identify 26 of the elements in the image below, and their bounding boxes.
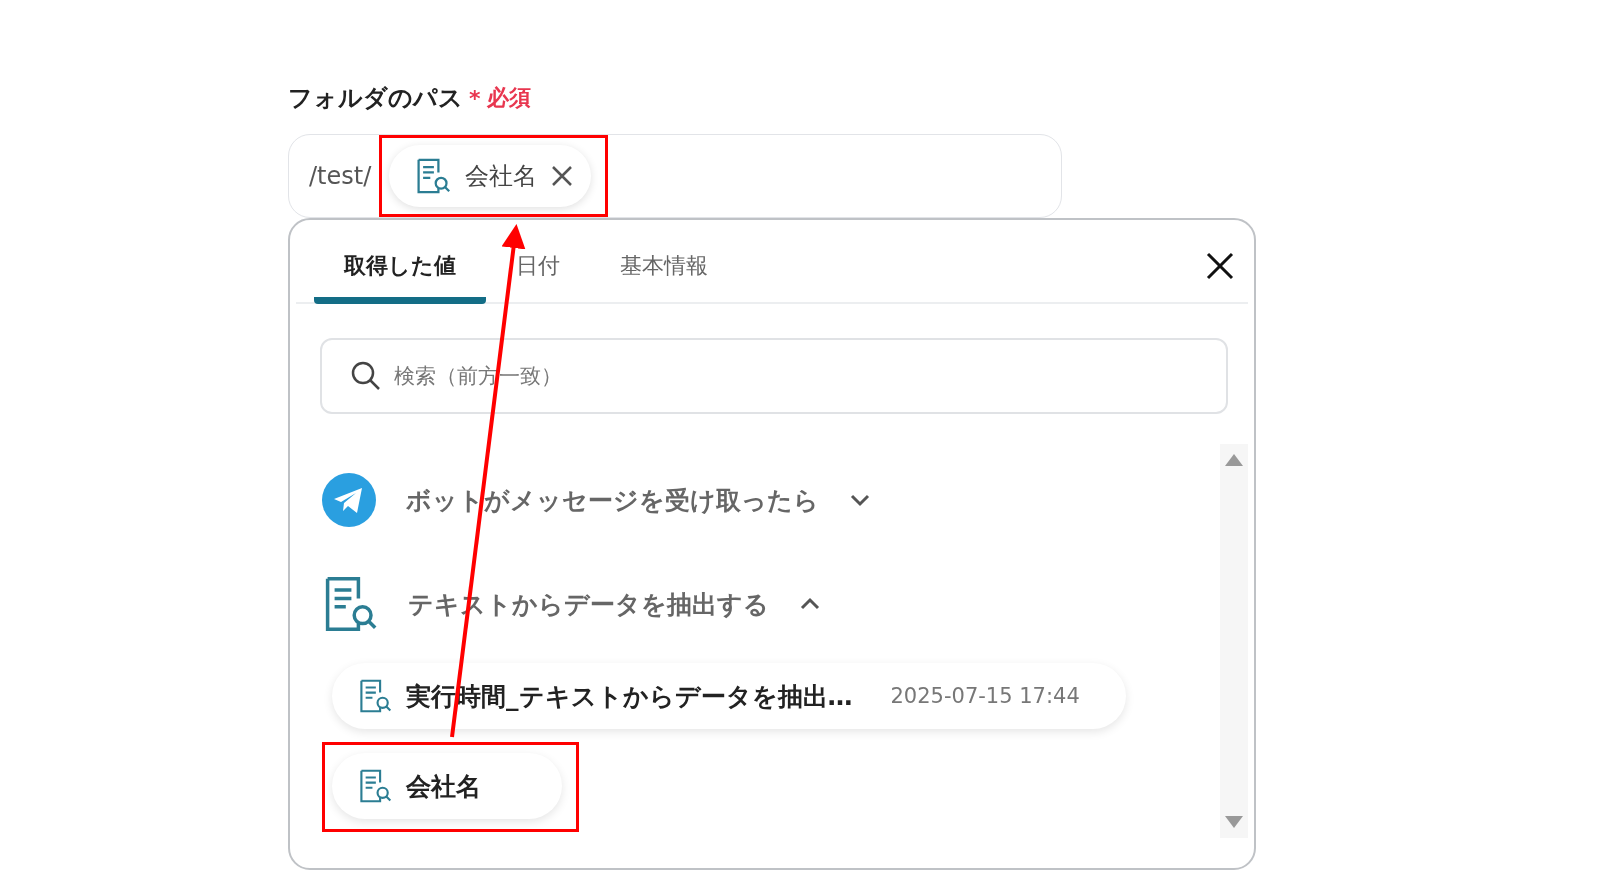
- close-button[interactable]: [1206, 252, 1234, 280]
- folder-path-field[interactable]: /test/ 会社名: [288, 134, 1062, 218]
- tab[interactable]: 日付: [486, 251, 590, 304]
- scrollbar[interactable]: [1220, 444, 1248, 838]
- chevron-down-icon: [849, 493, 871, 507]
- field-label: フォルダのパス: [288, 83, 463, 114]
- required-mark: *: [469, 85, 481, 111]
- step-group-header[interactable]: ボットがメッセージを受け取ったら: [322, 472, 1220, 528]
- tab[interactable]: 取得した値: [314, 251, 486, 304]
- scroll-down-icon[interactable]: [1225, 816, 1243, 828]
- close-icon: [551, 165, 574, 187]
- token-label: 会社名: [465, 161, 538, 192]
- value-token[interactable]: 会社名: [389, 145, 592, 207]
- document-search-icon: [358, 769, 392, 803]
- remove-button[interactable]: [551, 165, 574, 187]
- chevron-up-icon: [799, 597, 821, 611]
- required-text: 必須: [486, 84, 531, 112]
- scroll-up-icon[interactable]: [1225, 454, 1243, 466]
- search-icon: [350, 360, 382, 392]
- value-item[interactable]: 会社名: [332, 753, 562, 819]
- document-search-icon: [415, 158, 452, 194]
- tab[interactable]: 基本情報: [590, 251, 738, 304]
- paper-plane-icon: [322, 473, 376, 527]
- close-icon: [1206, 252, 1234, 280]
- path-prefix: /test/: [309, 162, 372, 190]
- document-search-icon: [358, 679, 392, 713]
